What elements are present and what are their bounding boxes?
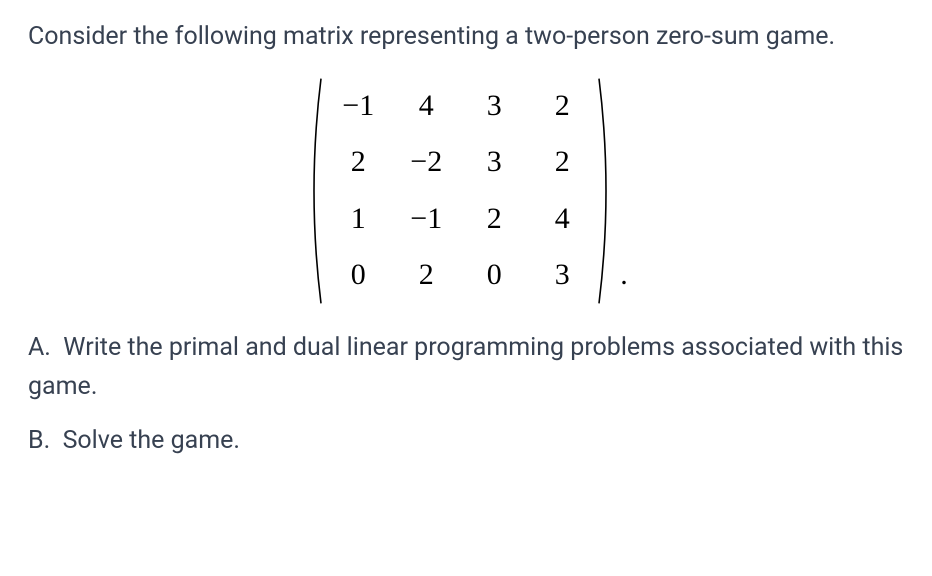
left-paren-icon	[304, 75, 324, 307]
matrix-body: −1 4 3 2 2 −2 3 2 1 −1 2 4 0 2 0 3	[324, 75, 596, 307]
matrix-cell: 0	[474, 252, 514, 299]
matrix-cell: 3	[474, 139, 514, 186]
matrix-cell: 3	[542, 252, 582, 299]
matrix-cell: 4	[542, 196, 582, 243]
matrix-cell: 3	[474, 83, 514, 130]
matrix-cell: 2	[406, 252, 446, 299]
matrix-cell: 2	[338, 139, 378, 186]
matrix-cell: −1	[406, 196, 446, 243]
matrix-period: .	[616, 252, 628, 307]
matrix-cell: 2	[542, 139, 582, 186]
question-b: B. Solve the game.	[28, 422, 904, 461]
matrix: −1 4 3 2 2 −2 3 2 1 −1 2 4 0 2 0 3	[304, 75, 616, 307]
matrix-cell: −2	[406, 139, 446, 186]
matrix-cell: −1	[338, 83, 378, 130]
matrix-container: −1 4 3 2 2 −2 3 2 1 −1 2 4 0 2 0 3 .	[28, 75, 904, 307]
matrix-cell: 0	[338, 252, 378, 299]
question-a: A. Write the primal and dual linear prog…	[28, 329, 904, 407]
matrix-cell: 1	[338, 196, 378, 243]
matrix-cell: 2	[474, 196, 514, 243]
intro-text: Consider the following matrix representi…	[28, 18, 904, 57]
matrix-cell: 2	[542, 83, 582, 130]
right-paren-icon	[596, 75, 616, 307]
matrix-cell: 4	[406, 83, 446, 130]
